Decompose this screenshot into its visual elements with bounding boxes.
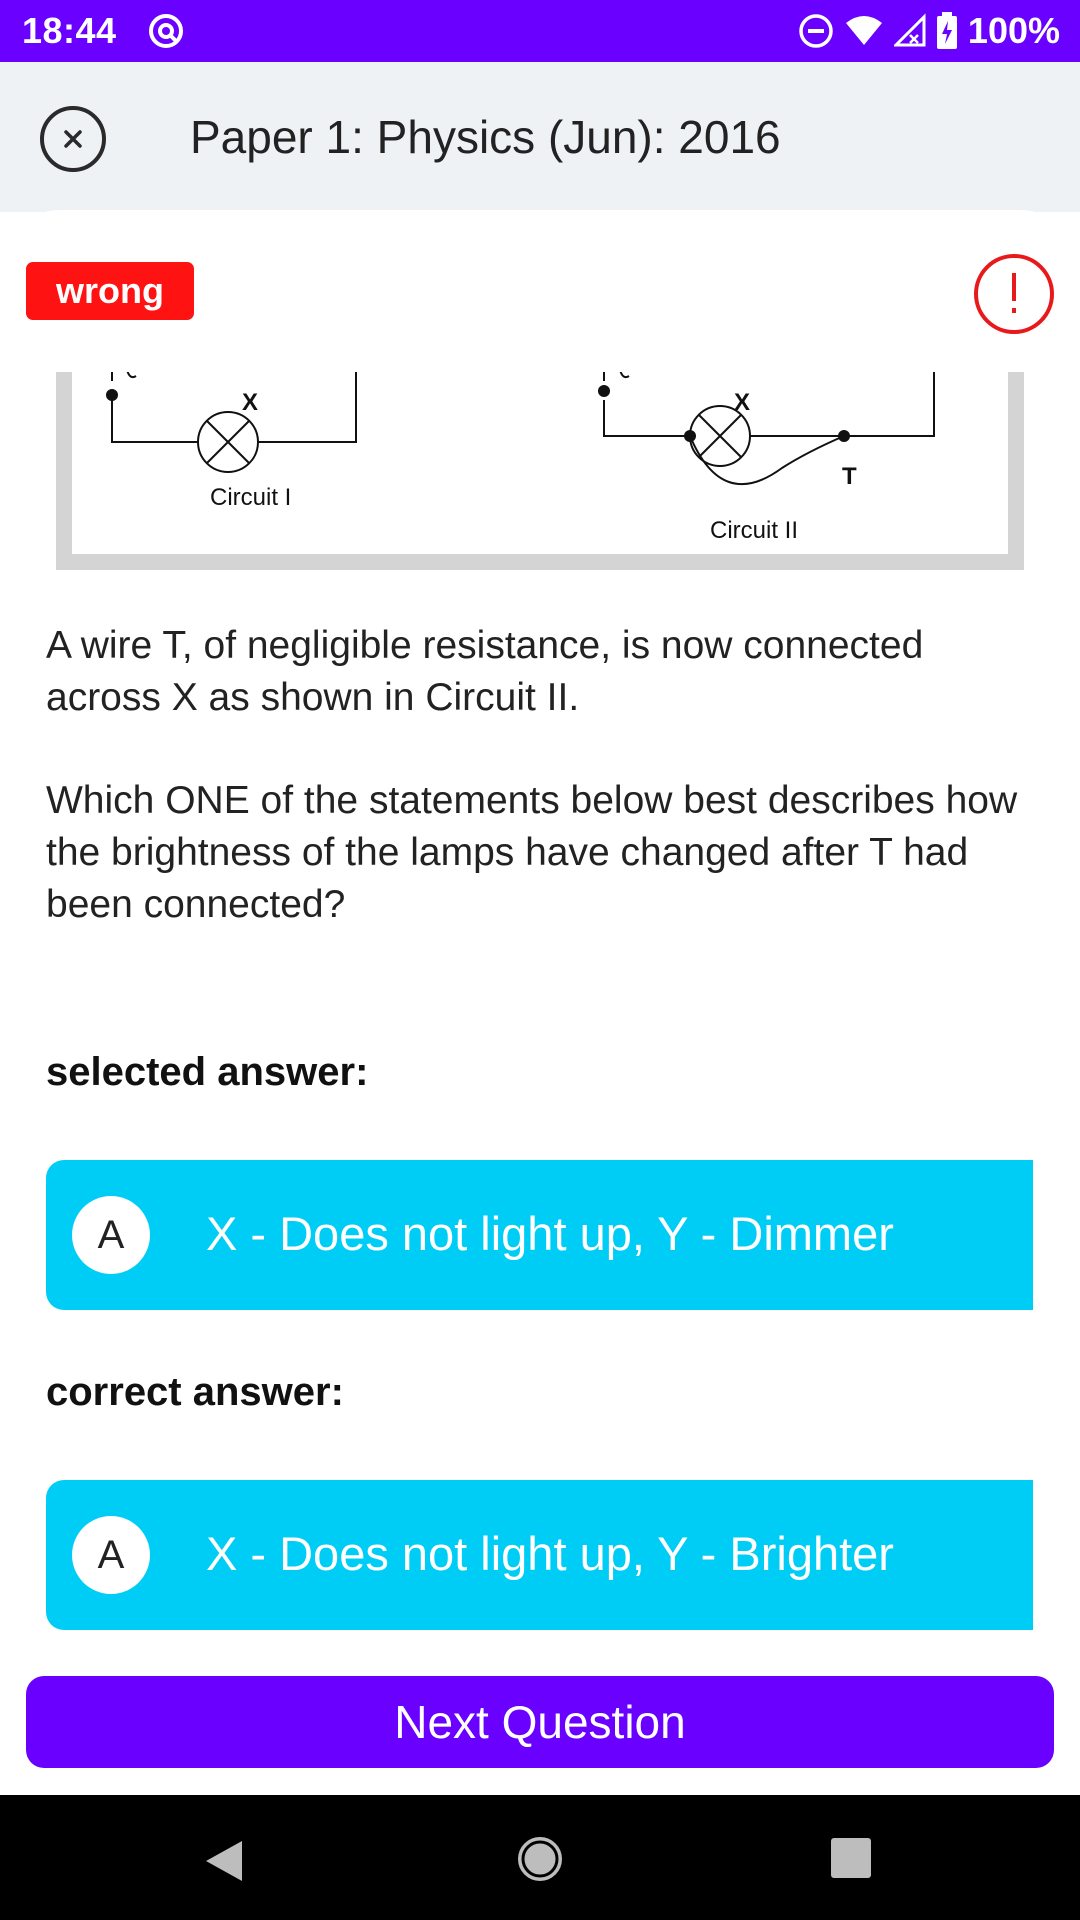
navigation-bar [0,1795,1080,1920]
battery-icon [936,12,957,49]
recents-icon[interactable] [830,1837,872,1879]
report-button[interactable] [974,254,1054,334]
circuit-diagram: X Circuit I X T Circuit II [106,372,935,544]
selected-answer-option[interactable]: A X - Does not light up, Y - Dimmer [46,1160,1033,1310]
circuit-1 [111,372,357,473]
correct-answer-option[interactable]: A X - Does not light up, Y - Brighter [46,1480,1033,1630]
app-notification-icon [149,14,183,48]
circuit-2 [603,372,935,485]
lamp-x-label-1: X [242,389,258,416]
close-button[interactable] [40,106,106,172]
circuit-figure: X Circuit I X T Circuit II [56,372,1024,570]
status-time: 18:44 [22,10,117,51]
home-icon[interactable] [516,1835,564,1883]
question-card: wrong X Circuit I X T Circuit II A wire … [0,210,1080,1795]
header: Paper 1: Physics (Jun): 2016 [0,62,1080,212]
wire-t-label: T [842,463,857,490]
dnd-icon [799,14,833,48]
selected-answer-label: selected answer: [46,1050,369,1094]
lamp-x-label-2: X [734,389,750,416]
junction-right [838,430,850,442]
question-paragraph-2: Which ONE of the statements below best d… [46,779,1018,926]
battery-percentage: 100% [967,10,1060,51]
page-title: Paper 1: Physics (Jun): 2016 [190,111,781,163]
exclamation-icon [1012,273,1016,313]
switch-terminal-1 [106,389,118,401]
correct-answer-text: X - Does not light up, Y - Brighter [206,1527,894,1580]
switch-terminal-2 [598,385,610,397]
next-question-button[interactable]: Next Question [26,1676,1054,1768]
back-icon[interactable] [204,1839,244,1883]
correct-answer-label: correct answer: [46,1370,344,1414]
junction-left [684,430,696,442]
signal-icon [893,13,926,47]
correct-answer-letter: A [72,1516,150,1594]
question-paragraph-1: A wire T, of negligible resistance, is n… [46,624,924,719]
close-icon [64,130,82,148]
wrong-badge: wrong [26,262,194,320]
status-icons: 100% [798,8,1060,54]
selected-answer-letter: A [72,1196,150,1274]
circuit-2-caption: Circuit II [710,517,798,544]
wifi-icon [845,16,882,45]
circuit-1-caption: Circuit I [210,484,291,511]
status-bar: 18:44 100% [0,0,1080,62]
selected-answer-text: X - Does not light up, Y - Dimmer [206,1207,894,1260]
